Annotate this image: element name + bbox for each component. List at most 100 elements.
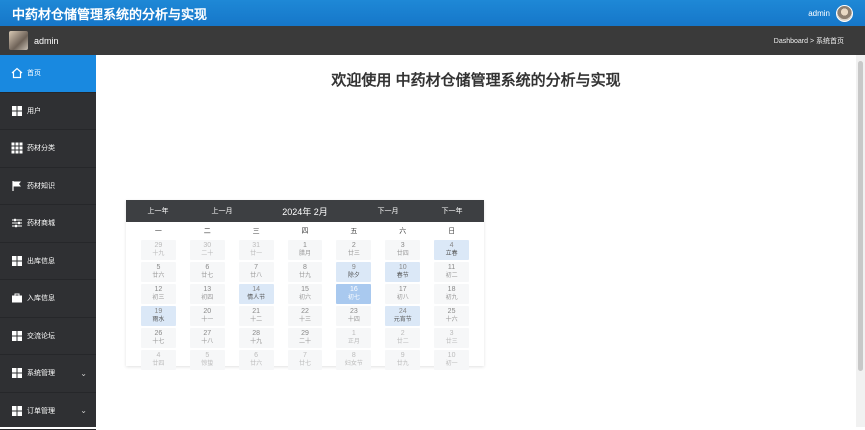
page-title: 欢迎使用 中药材仓储管理系统的分析与实现	[96, 69, 856, 90]
calendar-day[interactable]: 29二十	[288, 328, 323, 348]
sidebar-item-1[interactable]: 用户	[0, 93, 96, 131]
calendar-day[interactable]: 7廿八	[239, 262, 274, 282]
top-username[interactable]: admin	[808, 9, 830, 18]
lunar-label: 二十	[288, 338, 323, 347]
sidebar-item-label: 药材分类	[27, 143, 55, 153]
grid-icon	[11, 405, 23, 417]
lunar-label: 情人节	[239, 294, 274, 303]
calendar-grid: 一二三四五六日29十九30二十31廿一1腊月2廿三3廿四4立春5廿六6廿七7廿八…	[126, 222, 484, 371]
lunar-label: 十六	[434, 316, 469, 325]
sidebar-item-8[interactable]: 系统管理⌄	[0, 355, 96, 393]
calendar-day[interactable]: 3廿三	[434, 328, 469, 348]
sidebar-item-4[interactable]: 药材商城	[0, 205, 96, 243]
sidebar-item-3[interactable]: 药材知识	[0, 168, 96, 206]
calendar-day[interactable]: 4廿四	[141, 350, 176, 370]
calendar-day[interactable]: 31廿一	[239, 240, 274, 260]
day-number: 19	[141, 306, 176, 316]
sidebar-item-2[interactable]: 药材分类	[0, 130, 96, 168]
day-number: 9	[385, 350, 420, 360]
weekday-header: 三	[232, 224, 281, 239]
calendar-day[interactable]: 21十二	[239, 306, 274, 326]
day-number: 10	[434, 350, 469, 360]
calendar-day[interactable]: 13初四	[190, 284, 225, 304]
next-year-button[interactable]: 下一年	[420, 206, 484, 216]
sidebar-item-5[interactable]: 出库信息	[0, 243, 96, 281]
lunar-label: 元宵节	[385, 316, 420, 325]
day-number: 3	[385, 240, 420, 250]
calendar-day[interactable]: 1正月	[336, 328, 371, 348]
lunar-label: 廿一	[239, 250, 274, 259]
lunar-label: 十九	[239, 338, 274, 347]
day-number: 25	[434, 306, 469, 316]
lunar-label: 初一	[434, 360, 469, 369]
lunar-label: 初六	[288, 294, 323, 303]
calendar-day[interactable]: 8妇女节	[336, 350, 371, 370]
grid-icon	[11, 330, 23, 342]
breadcrumb: Dashboard > 系统首页	[774, 36, 844, 46]
calendar-day[interactable]: 29十九	[141, 240, 176, 260]
lunar-label: 初二	[434, 272, 469, 281]
calendar-day[interactable]: 30二十	[190, 240, 225, 260]
prev-month-button[interactable]: 上一月	[190, 206, 254, 216]
calendar-day[interactable]: 27十八	[190, 328, 225, 348]
sidebar-item-7[interactable]: 交流论坛	[0, 318, 96, 356]
lunar-label: 廿三	[336, 250, 371, 259]
calendar-day[interactable]: 5廿六	[141, 262, 176, 282]
scrollbar[interactable]	[856, 55, 865, 427]
calendar-day[interactable]: 19雨水	[141, 306, 176, 326]
sidebar-item-0[interactable]: 首页	[0, 55, 96, 93]
calendar-header: 上一年 上一月 2024年 2月 下一月 下一年	[126, 200, 484, 222]
lunar-label: 廿四	[141, 360, 176, 369]
scrollbar-thumb[interactable]	[858, 61, 863, 371]
app-title: 中药材仓储管理系统的分析与实现	[12, 4, 207, 23]
sidebar-item-6[interactable]: 入库信息	[0, 280, 96, 318]
lunar-label: 廿二	[385, 338, 420, 347]
calendar-day[interactable]: 6廿六	[239, 350, 274, 370]
calendar-day[interactable]: 26十七	[141, 328, 176, 348]
calendar-day[interactable]: 6廿七	[190, 262, 225, 282]
calendar-day[interactable]: 18初九	[434, 284, 469, 304]
calendar-day[interactable]: 8廿九	[288, 262, 323, 282]
day-number: 2	[336, 240, 371, 250]
day-number: 2	[385, 328, 420, 338]
calendar-day[interactable]: 16初七	[336, 284, 371, 304]
calendar-day[interactable]: 9廿九	[385, 350, 420, 370]
calendar-day[interactable]: 28十九	[239, 328, 274, 348]
calendar-day[interactable]: 22十三	[288, 306, 323, 326]
calendar-day[interactable]: 14情人节	[239, 284, 274, 304]
lunar-label: 正月	[336, 338, 371, 347]
calendar-day[interactable]: 7廿七	[288, 350, 323, 370]
calendar-day[interactable]: 10初一	[434, 350, 469, 370]
lunar-label: 十九	[141, 250, 176, 259]
top-avatar[interactable]	[836, 5, 853, 22]
calendar-day[interactable]: 11初二	[434, 262, 469, 282]
day-number: 27	[190, 328, 225, 338]
lunar-label: 初三	[141, 294, 176, 303]
calendar-day[interactable]: 25十六	[434, 306, 469, 326]
grid-icon	[11, 105, 23, 117]
calendar-day[interactable]: 9除夕	[336, 262, 371, 282]
day-number: 31	[239, 240, 274, 250]
sidebar-item-label: 药材商城	[27, 218, 55, 228]
calendar-day[interactable]: 20十一	[190, 306, 225, 326]
calendar-day[interactable]: 10春节	[385, 262, 420, 282]
top-user-menu[interactable]: admin	[808, 5, 853, 22]
calendar-day[interactable]: 17初八	[385, 284, 420, 304]
sidebar-item-9[interactable]: 订单管理⌄	[0, 393, 96, 430]
calendar-day[interactable]: 1腊月	[288, 240, 323, 260]
sub-header: admin Dashboard > 系统首页	[0, 26, 865, 55]
calendar-day[interactable]: 3廿四	[385, 240, 420, 260]
lunar-label: 十四	[336, 316, 371, 325]
next-month-button[interactable]: 下一月	[356, 206, 420, 216]
calendar-day[interactable]: 5惊蛰	[190, 350, 225, 370]
calendar-day[interactable]: 2廿二	[385, 328, 420, 348]
prev-year-button[interactable]: 上一年	[126, 206, 190, 216]
calendar-day[interactable]: 24元宵节	[385, 306, 420, 326]
lunar-label: 廿八	[239, 272, 274, 281]
day-number: 7	[288, 350, 323, 360]
calendar-day[interactable]: 2廿三	[336, 240, 371, 260]
calendar-day[interactable]: 4立春	[434, 240, 469, 260]
calendar-day[interactable]: 15初六	[288, 284, 323, 304]
calendar-day[interactable]: 23十四	[336, 306, 371, 326]
calendar-day[interactable]: 12初三	[141, 284, 176, 304]
